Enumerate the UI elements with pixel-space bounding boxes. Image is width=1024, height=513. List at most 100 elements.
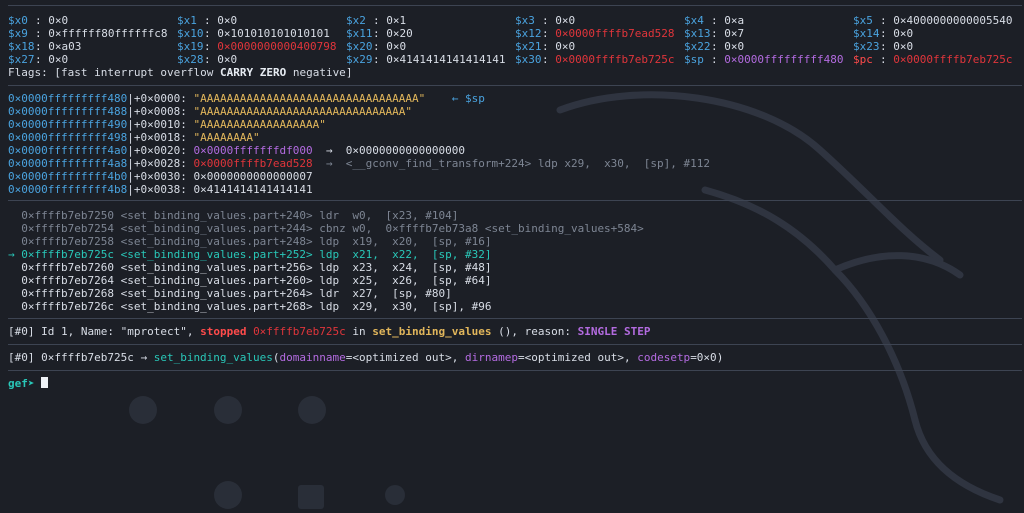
trace-line: [#0] 0×ffffb7eb725c → set_binding_values…: [8, 351, 724, 364]
stack-offset: +0×0000:: [133, 92, 194, 105]
register-value: : 0×0: [204, 53, 238, 66]
register-value: : 0×20: [373, 27, 413, 40]
instruction-sym: <set_binding_values.part+252>: [120, 248, 313, 261]
stack-address: 0×0000fffffffff4b0: [8, 170, 128, 183]
stack-separator: [8, 85, 1022, 86]
stack-value: 0×0000ffffb7ead528: [193, 157, 313, 170]
instruction-mn: ldp: [319, 235, 340, 248]
stack-offset: +0×0030:: [133, 170, 194, 183]
register-name: $x5: [853, 14, 873, 27]
stack-address: 0×0000fffffffff4a8: [8, 157, 128, 170]
register-name: $x14: [853, 27, 880, 40]
register-name: $x27: [8, 53, 35, 66]
stack-address: 0×0000fffffffff488: [8, 105, 128, 118]
instruction-addr: 0×ffffb7eb7260: [21, 261, 114, 274]
instruction-row: 0×ffffb7eb7264 <set_binding_values.part+…: [8, 274, 491, 287]
register-name: $x21: [515, 40, 542, 53]
register-value: : 0×0000ffffb7ead528: [542, 27, 675, 40]
register-value: : 0×0: [542, 40, 576, 53]
register-value: : 0×ffffff80ffffffc8: [35, 27, 168, 40]
stack-row: 0×0000fffffffff4b0|+0×0030: 0×0000000000…: [8, 170, 313, 183]
stack-row: 0×0000fffffffff4a8|+0×0028: 0×0000ffffb7…: [8, 157, 711, 170]
stack-value: "AAAAAAAAAAAAAAAAAAAAAAAAAAAAAAAAA": [193, 92, 426, 105]
instruction-addr: 0×ffffb7eb7258: [21, 235, 114, 248]
instruction-marker: →: [8, 248, 22, 261]
stack-row: 0×0000fffffffff488|+0×0008: "AAAAAAAAAAA…: [8, 105, 412, 118]
instruction-row: 0×ffffb7eb7268 <set_binding_values.part+…: [8, 287, 452, 300]
register-value: : 0×0: [711, 40, 745, 53]
instruction-ops: x19, x20, [sp, #16]: [339, 235, 492, 248]
register-value: : 0×4141414141414141: [373, 53, 506, 66]
registers-separator: [8, 5, 1022, 6]
stack-address: 0×0000fffffffff480: [8, 92, 128, 105]
register-value: : 0×0: [880, 40, 914, 53]
stack-offset: +0×0008:: [133, 105, 194, 118]
stack-row: 0×0000fffffffff4a0|+0×0020: 0×0000ffffff…: [8, 144, 465, 157]
stack-row: 0×0000fffffffff4b8|+0×0038: 0×4141414141…: [8, 183, 313, 196]
stack-value: 0×0000fffffffdf000: [193, 144, 313, 157]
register-name: $x3: [515, 14, 535, 27]
register-name: $x18: [8, 40, 35, 53]
stack-value: 0×0000000000000007: [193, 170, 313, 183]
instruction-ops: w0, 0×ffffb7eb73a8 <set_binding_values+5…: [345, 222, 644, 235]
stack-value: "AAAAAAAAAAAAAAAAAAAAAAAAAAAAAAA": [193, 105, 412, 118]
register-name: $x20: [346, 40, 373, 53]
instruction-marker: [8, 287, 21, 300]
register-value: : 0×1: [373, 14, 407, 27]
register-value: : 0×4000000000005540: [880, 14, 1013, 27]
stack-value: 0×4141414141414141: [193, 183, 313, 196]
register-name: $x13: [684, 27, 711, 40]
instruction-marker: [8, 222, 21, 235]
instruction-marker: [8, 274, 21, 287]
instruction-sym: <set_binding_values.part+264>: [120, 287, 313, 300]
instruction-row: 0×ffffb7eb7260 <set_binding_values.part+…: [8, 261, 491, 274]
register-value: : 0×0: [880, 27, 914, 40]
register-name: $x1: [177, 14, 197, 27]
instruction-marker: [8, 300, 21, 313]
register-value: : 0×a03: [35, 40, 82, 53]
instruction-mn: ldp: [319, 261, 340, 274]
instruction-sym: <set_binding_values.part+260>: [120, 274, 313, 287]
instruction-row: 0×ffffb7eb726c <set_binding_values.part+…: [8, 300, 491, 313]
instruction-marker: [8, 261, 21, 274]
flags-line: Flags: [fast interrupt overflow CARRY ZE…: [8, 66, 353, 79]
instruction-addr: 0×ffffb7eb7254: [21, 222, 114, 235]
instruction-mn: ldr: [319, 209, 340, 222]
stack-value: "AAAAAAAAAAAAAAAAAA": [193, 118, 326, 131]
instruction-mn: cbnz: [319, 222, 346, 235]
stack-annotation: → <__gconv_find_transform+224> ldp x29, …: [312, 157, 711, 170]
text-cursor[interactable]: [41, 377, 49, 388]
instruction-sym: <set_binding_values.part+256>: [120, 261, 313, 274]
instruction-mn: ldp: [319, 274, 340, 287]
register-value: : 0×0000ffffb7eb725c: [542, 53, 675, 66]
prompt-label: gef➤: [8, 377, 35, 390]
stack-offset: +0×0028:: [133, 157, 194, 170]
stack-row: 0×0000fffffffff490|+0×0010: "AAAAAAAAAAA…: [8, 118, 326, 131]
command-prompt[interactable]: gef➤: [8, 377, 49, 390]
register-value: : 0×0: [542, 14, 576, 27]
stack-offset: +0×0018:: [133, 131, 194, 144]
register-value: : 0×101010101010101: [204, 27, 330, 40]
register-name: $x12: [515, 27, 542, 40]
register-name: $x11: [346, 27, 373, 40]
register-value: : 0×a: [711, 14, 745, 27]
instruction-sym: <set_binding_values.part+248>: [120, 235, 313, 248]
stack-row: 0×0000fffffffff480|+0×0000: "AAAAAAAAAAA…: [8, 92, 485, 105]
current-instruction: → 0×ffffb7eb725c <set_binding_values.par…: [8, 248, 491, 261]
register-name: $x2: [346, 14, 366, 27]
instruction-mn: ldr: [319, 287, 340, 300]
stack-annotation: → 0×0000000000000000: [312, 144, 465, 157]
register-name: $x10: [177, 27, 204, 40]
thread-line: [#0] Id 1, Name: "mprotect", stopped 0×f…: [8, 325, 651, 338]
register-value: : 0×0: [373, 40, 407, 53]
instruction-row: 0×ffffb7eb7250 <set_binding_values.part+…: [8, 209, 458, 222]
register-name: $sp: [684, 53, 704, 66]
instruction-ops: x29, x30, [sp], #96: [339, 300, 492, 313]
register-value: : 0×0000000000400798: [204, 40, 337, 53]
instruction-ops: w0, [x23, #104]: [339, 209, 459, 222]
stack-value: "AAAAAAAA": [193, 131, 260, 144]
register-name: $x28: [177, 53, 204, 66]
register-name: $x23: [853, 40, 880, 53]
trace-separator: [8, 344, 1022, 345]
register-name: $x30: [515, 53, 542, 66]
